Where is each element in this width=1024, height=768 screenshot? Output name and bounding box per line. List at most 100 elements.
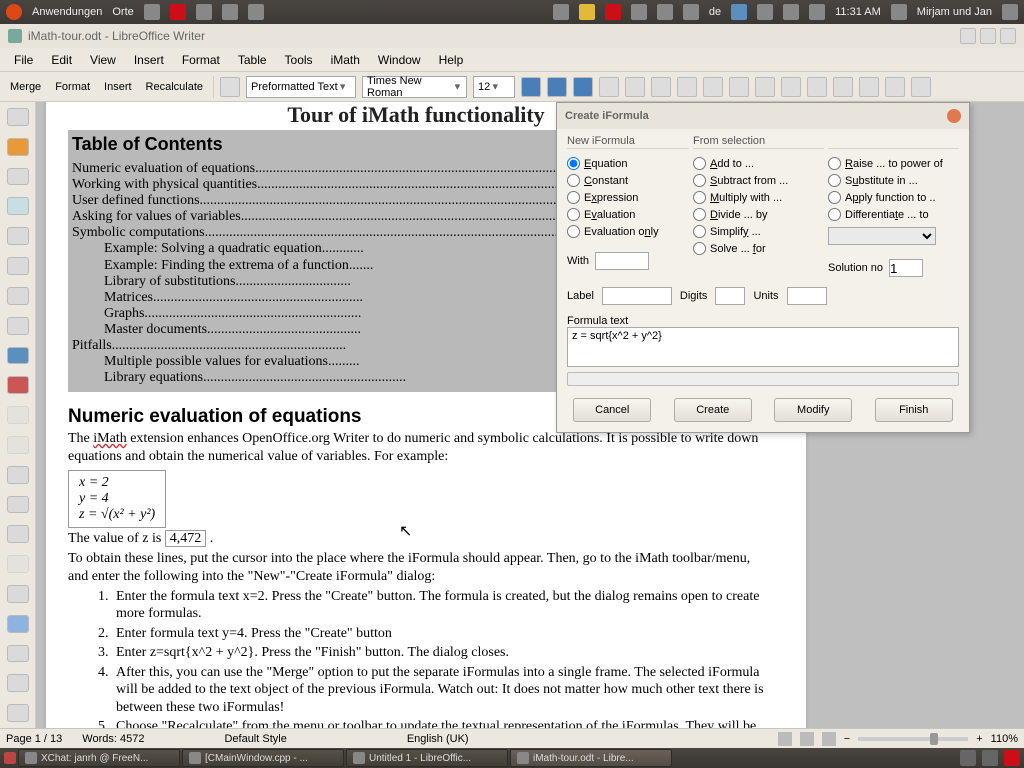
dialog-titlebar[interactable]: Create iFormula <box>557 103 969 129</box>
close-icon[interactable] <box>947 109 961 123</box>
cancel-button[interactable]: Cancel <box>573 398 651 422</box>
status-style[interactable]: Default Style <box>224 733 286 745</box>
merge-button[interactable]: Merge <box>6 79 45 95</box>
save-icon[interactable] <box>7 168 29 186</box>
align-right-icon[interactable] <box>651 77 671 97</box>
equation-frame[interactable]: x = 2 y = 4 z = √(x² + y²) <box>68 470 166 528</box>
view-icon[interactable] <box>822 732 836 746</box>
print-icon[interactable] <box>7 287 29 305</box>
menu-file[interactable]: File <box>6 50 41 70</box>
toolbar-icon[interactable] <box>911 77 931 97</box>
applications-menu[interactable]: Anwendungen <box>32 6 102 18</box>
window-minimize-button[interactable] <box>960 28 976 44</box>
radio-differentiate[interactable]: Differentiate ... to <box>828 208 959 221</box>
radio-evaluation[interactable]: Evaluation <box>567 208 689 221</box>
radio-subtract[interactable]: Subtract from ... <box>693 174 824 187</box>
opera-icon[interactable] <box>170 4 186 20</box>
panel-icon[interactable] <box>196 4 212 20</box>
menu-edit[interactable]: Edit <box>43 50 80 70</box>
with-input[interactable] <box>595 252 649 270</box>
workspace-switcher[interactable] <box>960 750 976 766</box>
menu-insert[interactable]: Insert <box>126 50 172 70</box>
trash-icon[interactable] <box>982 750 998 766</box>
italic-icon[interactable] <box>547 77 567 97</box>
radio-add-to[interactable]: Add to ... <box>693 157 824 170</box>
zoom-out-icon[interactable]: − <box>844 733 850 745</box>
digits-input[interactable] <box>715 287 745 305</box>
keyboard-indicator[interactable]: de <box>709 6 721 18</box>
modify-button[interactable]: Modify <box>774 398 852 422</box>
align-justify-icon[interactable] <box>677 77 697 97</box>
tray-icon[interactable] <box>757 4 773 20</box>
zoom-slider[interactable] <box>858 737 968 741</box>
bold-icon[interactable] <box>521 77 541 97</box>
mail-icon[interactable] <box>731 4 747 20</box>
view-icon[interactable] <box>800 732 814 746</box>
numbering-icon[interactable] <box>781 77 801 97</box>
radio-multiply[interactable]: Multiply with ... <box>693 191 824 204</box>
places-menu[interactable]: Orte <box>112 6 133 18</box>
opera-tray-icon[interactable] <box>1004 750 1020 766</box>
panel-icon[interactable] <box>248 4 264 20</box>
status-words[interactable]: Words: 4572 <box>82 733 144 745</box>
task-imath-tour[interactable]: iMath-tour.odt - Libre... <box>510 749 672 767</box>
value-frame[interactable]: 4,472 <box>165 530 207 547</box>
format-button[interactable]: Format <box>51 79 94 95</box>
network-icon[interactable] <box>783 4 799 20</box>
radio-raise[interactable]: Raise ... to power of <box>828 157 959 170</box>
radio-divide[interactable]: Divide ... by <box>693 208 824 221</box>
radio-substitute[interactable]: Substitute in ... <box>828 174 959 187</box>
sound-icon[interactable] <box>809 4 825 20</box>
align-center-icon[interactable] <box>625 77 645 97</box>
autospell-icon[interactable] <box>7 376 29 394</box>
panel-icon[interactable] <box>222 4 238 20</box>
menu-table[interactable]: Table <box>230 50 275 70</box>
tray-icon[interactable] <box>605 4 621 20</box>
user-menu[interactable]: Mirjam und Jan <box>917 6 992 18</box>
indent-inc-icon[interactable] <box>833 77 853 97</box>
scrollbar-horizontal[interactable] <box>567 372 959 386</box>
font-size-combo[interactable]: 12▾ <box>473 76 515 98</box>
font-name-combo[interactable]: Times New Roman▾ <box>362 76 467 98</box>
redo-icon[interactable] <box>7 555 29 573</box>
menu-format[interactable]: Format <box>174 50 228 70</box>
pdf-icon[interactable] <box>7 257 29 275</box>
underline-icon[interactable] <box>573 77 593 97</box>
open-icon[interactable] <box>7 138 29 156</box>
align-left-icon[interactable] <box>599 77 619 97</box>
cut-icon[interactable] <box>7 406 29 424</box>
paragraph-style-combo[interactable]: Preformatted Text▾ <box>246 76 356 98</box>
menu-window[interactable]: Window <box>370 50 429 70</box>
table-icon[interactable] <box>7 615 29 633</box>
preview-icon[interactable] <box>7 317 29 335</box>
panel-icon[interactable] <box>144 4 160 20</box>
edit-icon[interactable] <box>7 227 29 245</box>
menu-tools[interactable]: Tools <box>277 50 321 70</box>
undo-icon[interactable] <box>7 525 29 543</box>
clock[interactable]: 11:31 AM <box>835 6 881 18</box>
ubuntu-logo[interactable] <box>6 4 22 20</box>
zoom-in-icon[interactable]: + <box>976 733 982 745</box>
tray-icon[interactable] <box>683 4 699 20</box>
toolbar-icon[interactable] <box>703 77 723 97</box>
toolbar-icon[interactable] <box>7 645 29 663</box>
nonprinting-icon[interactable] <box>7 704 29 722</box>
menu-view[interactable]: View <box>82 50 124 70</box>
font-color-icon[interactable] <box>859 77 879 97</box>
radio-expression[interactable]: Expression <box>567 191 689 204</box>
create-button[interactable]: Create <box>674 398 752 422</box>
task-xchat[interactable]: XChat: janrh @ FreeN... <box>18 749 180 767</box>
zoom-value[interactable]: 110% <box>991 733 1018 745</box>
indent-dec-icon[interactable] <box>807 77 827 97</box>
radio-apply-function[interactable]: Apply function to .. <box>828 191 959 204</box>
toolbar-icon[interactable] <box>729 77 749 97</box>
radio-evaluation-only[interactable]: Evaluation only <box>567 225 689 238</box>
status-lang[interactable]: English (UK) <box>407 733 469 745</box>
spellcheck-icon[interactable] <box>7 347 29 365</box>
insert-button[interactable]: Insert <box>100 79 136 95</box>
tray-icon[interactable] <box>579 4 595 20</box>
recalculate-button[interactable]: Recalculate <box>142 79 207 95</box>
formula-textarea[interactable]: z = sqrt{x^2 + y^2} <box>567 327 959 367</box>
bullets-icon[interactable] <box>755 77 775 97</box>
email-icon[interactable] <box>7 197 29 215</box>
